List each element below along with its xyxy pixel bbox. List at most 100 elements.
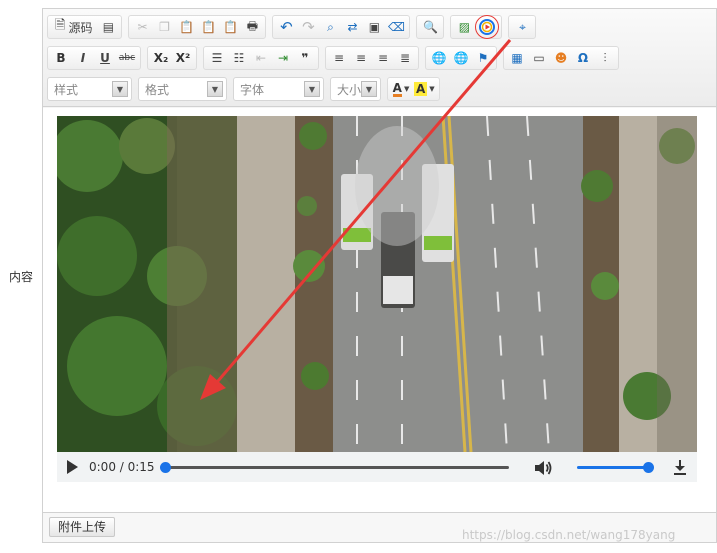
video-player[interactable]: 0:00 / 0:15 — [57, 116, 697, 482]
link-button[interactable]: 🌐 — [428, 47, 450, 69]
video-play-icon — [479, 19, 496, 35]
preview-button[interactable]: 🔍 — [419, 16, 441, 38]
style-combo[interactable]: 样式 ▼ — [47, 77, 132, 101]
subscript-glyph: X₂ — [153, 51, 169, 65]
superscript-button[interactable]: X² — [172, 47, 194, 69]
toolbar-row-2: B I U abc X₂ X² ☰ ☷ ⇤ ⇥ ❞ ≡ ≡ ≡ ≣ 🌐 🌐 ⚑ … — [47, 45, 625, 71]
style-combo-label: 样式 — [54, 82, 79, 97]
horizontal-rule-button[interactable]: ▭ — [528, 47, 550, 69]
italic-button[interactable]: I — [72, 47, 94, 69]
underline-button[interactable]: U — [94, 47, 116, 69]
font-combo[interactable]: 字体 ▼ — [233, 77, 324, 101]
source-button-label: 源码 — [68, 20, 93, 35]
subscript-button[interactable]: X₂ — [150, 47, 172, 69]
format-combo[interactable]: 格式 ▼ — [138, 77, 227, 101]
unlink-button[interactable]: 🌐 — [450, 47, 472, 69]
content-row-label: 内容 — [8, 270, 33, 284]
horizontal-rule-icon: ▭ — [533, 51, 545, 65]
font-combo-label: 字体 — [240, 82, 265, 97]
align-right-icon: ≡ — [377, 51, 389, 65]
toolbar-group-links: 🌐 🌐 ⚑ — [425, 46, 497, 70]
volume-handle[interactable] — [643, 462, 654, 473]
volume-slider[interactable] — [577, 462, 654, 473]
text-color-icon: A — [392, 80, 402, 97]
page-break-button[interactable]: ⫶ — [594, 47, 616, 69]
select-all-button[interactable]: ▣ — [363, 16, 385, 38]
templates-icon: ▤ — [102, 20, 115, 34]
indent-button[interactable]: ⇥ — [272, 47, 294, 69]
paste-text-icon: 📋 — [200, 20, 216, 34]
replace-button[interactable]: ⇄ — [341, 16, 363, 38]
anchor-button[interactable]: ⚑ — [472, 47, 494, 69]
replace-icon: ⇄ — [347, 20, 358, 34]
templates-button[interactable]: ▤ — [97, 16, 119, 38]
align-center-button[interactable]: ≡ — [350, 47, 372, 69]
toolbar-group-script: X₂ X² — [147, 46, 197, 70]
maximize-button[interactable]: ⌖ — [511, 16, 533, 38]
smiley-button[interactable]: ☻ — [550, 47, 572, 69]
video-frame[interactable] — [57, 116, 697, 452]
numbered-list-button[interactable]: ☰ — [206, 47, 228, 69]
bold-button[interactable]: B — [50, 47, 72, 69]
print-button[interactable]: 🖶 — [241, 16, 263, 38]
cut-button[interactable]: ✂ — [131, 16, 153, 38]
video-controls: 0:00 / 0:15 — [57, 452, 697, 482]
toolbar-group-preview: 🔍 — [416, 15, 445, 39]
redo-button[interactable]: ↷ — [297, 16, 319, 38]
video-seek-bar[interactable] — [160, 462, 509, 473]
toolbar-row-3: 样式 ▼ 格式 ▼ 字体 ▼ 大小 ▼ A ▼ A ▼ — [47, 76, 446, 102]
toolbar-group-basicstyles: B I U abc — [47, 46, 141, 70]
outdent-button[interactable]: ⇤ — [250, 47, 272, 69]
toolbar-group-lists: ☰ ☷ ⇤ ⇥ ❞ — [203, 46, 319, 70]
maximize-icon: ⌖ — [519, 19, 526, 34]
align-justify-icon: ≣ — [399, 51, 411, 65]
special-char-button[interactable]: Ω — [572, 47, 594, 69]
toolbar-group-document: 🗎 源码 ▤ — [47, 15, 123, 39]
align-justify-button[interactable]: ≣ — [394, 47, 416, 69]
smiley-icon: ☻ — [554, 51, 568, 65]
quote-icon: ❞ — [301, 51, 309, 65]
link-globe-icon: 🌐 — [431, 51, 447, 65]
undo-button[interactable]: ↶ — [275, 16, 297, 38]
underline-glyph: U — [100, 51, 110, 65]
watermark-text: https://blog.csdn.net/wang178yang — [462, 528, 676, 542]
paste-word-button[interactable]: 📋 — [219, 16, 241, 38]
attach-upload-button[interactable]: 附件上传 — [49, 517, 116, 537]
paste-button[interactable]: 📋 — [175, 16, 197, 38]
remove-format-button[interactable]: ⌫ — [385, 16, 407, 38]
size-combo[interactable]: 大小 ▼ — [330, 77, 381, 101]
align-left-icon: ≡ — [333, 51, 345, 65]
source-icon: 🗎 — [55, 18, 66, 33]
align-right-button[interactable]: ≡ — [372, 47, 394, 69]
align-left-button[interactable]: ≡ — [328, 47, 350, 69]
bold-glyph: B — [56, 51, 66, 65]
text-color-button[interactable]: A ▼ — [390, 78, 412, 100]
bg-color-button[interactable]: A ▼ — [412, 78, 437, 100]
eraser-icon: ⌫ — [387, 20, 405, 34]
blockquote-button[interactable]: ❞ — [294, 47, 316, 69]
find-button[interactable]: ⌕ — [319, 16, 341, 38]
video-seek-handle[interactable] — [160, 462, 171, 473]
print-icon: 🖶 — [246, 18, 259, 33]
volume-icon[interactable] — [533, 459, 553, 477]
table-button[interactable]: ▦ — [506, 47, 528, 69]
strike-button[interactable]: abc — [116, 47, 138, 69]
bulleted-list-icon: ☷ — [233, 51, 245, 65]
editor-content-area[interactable]: 0:00 / 0:15 — [43, 108, 716, 512]
download-icon[interactable] — [671, 458, 689, 476]
source-button[interactable]: 🗎 源码 — [50, 16, 97, 38]
chevron-down-icon: ▼ — [112, 81, 128, 97]
image-button[interactable]: ▨ — [453, 16, 475, 38]
play-icon[interactable] — [67, 460, 78, 474]
bulleted-list-button[interactable]: ☷ — [228, 47, 250, 69]
toolbar-group-edit: ↶ ↷ ⌕ ⇄ ▣ ⌫ — [272, 15, 411, 39]
paste-text-button[interactable]: 📋 — [197, 16, 219, 38]
select-all-icon: ▣ — [368, 20, 381, 34]
copy-button[interactable]: ❐ — [153, 16, 175, 38]
video-button[interactable] — [475, 15, 500, 39]
superscript-glyph: X² — [175, 51, 191, 65]
chevron-down-icon: ▼ — [403, 85, 410, 93]
video-time-label: 0:00 / 0:15 — [89, 460, 155, 474]
toolbar-row-1: 🗎 源码 ▤ ✂ ❐ 📋 📋 📋 🖶 ↶ ↷ ⌕ ⇄ ▣ ⌫ 🔍 ▨ ⌖ — [47, 14, 542, 40]
omega-icon: Ω — [577, 51, 589, 65]
